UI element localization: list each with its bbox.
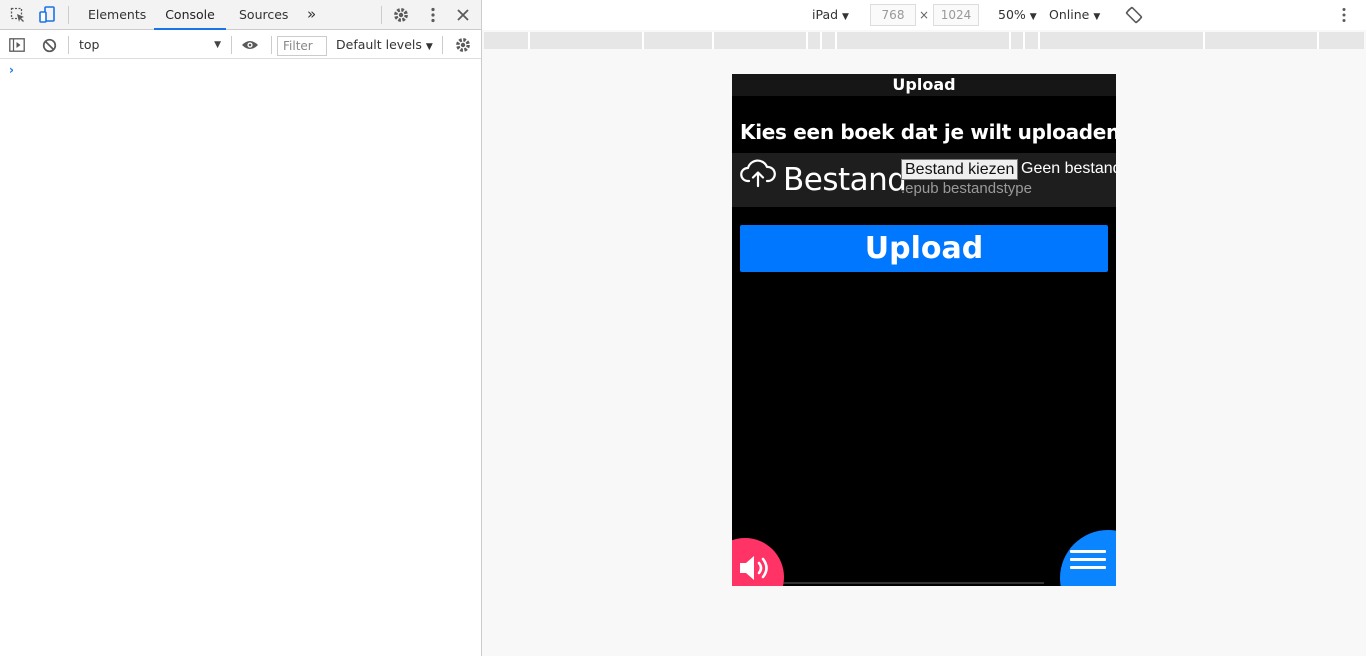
- ruler-tick: [1038, 32, 1040, 49]
- device-toolbar: iPad ▼ 768 × 1024 50% ▼ Online ▼: [482, 0, 1366, 30]
- width-input[interactable]: 768: [870, 4, 916, 26]
- context-value: top: [79, 37, 100, 52]
- height-input[interactable]: 1024: [933, 4, 979, 26]
- clear-console-icon[interactable]: [40, 36, 58, 54]
- context-select[interactable]: top ▼: [75, 35, 225, 55]
- inspect-element-icon[interactable]: [9, 6, 27, 24]
- speaker-icon: [740, 556, 768, 580]
- media-query-ruler[interactable]: [484, 32, 1364, 49]
- ruler-tick: [1317, 32, 1319, 49]
- choose-file-button[interactable]: Bestand kiezen: [901, 159, 1019, 180]
- network-throttle-select[interactable]: Online ▼: [1049, 0, 1100, 30]
- cloud-upload-icon: [740, 159, 776, 188]
- upload-button[interactable]: Upload: [740, 225, 1108, 272]
- toolbar-separator: [68, 36, 69, 54]
- device-more-options-icon[interactable]: [1342, 7, 1346, 23]
- tab-sources[interactable]: Sources: [237, 0, 290, 30]
- network-value: Online: [1049, 7, 1090, 22]
- console-settings-gear-icon[interactable]: [454, 36, 472, 54]
- toolbar-separator: [231, 36, 232, 54]
- ruler-tick: [1023, 32, 1025, 49]
- filter-placeholder: Filter: [283, 39, 313, 53]
- hamburger-menu-icon: [1070, 550, 1106, 553]
- more-tabs-button[interactable]: »: [305, 0, 318, 30]
- console-prompt[interactable]: ›: [9, 63, 14, 77]
- hamburger-menu-icon: [1070, 566, 1106, 569]
- ruler-tick: [528, 32, 530, 49]
- zoom-select[interactable]: 50% ▼: [998, 0, 1037, 30]
- no-file-chosen-text: Geen bestand gekozen: [1021, 160, 1116, 177]
- ruler-tick: [806, 32, 808, 49]
- log-levels-select[interactable]: Default levels ▼: [332, 35, 433, 55]
- ruler-tick: [835, 32, 837, 49]
- settings-gear-icon[interactable]: [392, 6, 410, 24]
- device-name: iPad: [812, 7, 839, 22]
- device-select[interactable]: iPad ▼: [812, 0, 849, 30]
- dimension-separator: ×: [919, 8, 930, 22]
- devtools-panel: Elements Console Sources » top ▼ Filter …: [0, 0, 482, 656]
- tab-elements[interactable]: Elements: [86, 0, 148, 30]
- tab-separator: [68, 6, 69, 24]
- bottom-divider: [782, 582, 1044, 584]
- hamburger-menu-icon: [1070, 558, 1106, 561]
- dropdown-arrow-icon: ▼: [1029, 12, 1037, 22]
- file-type-hint: .epub bestandstype: [901, 180, 1032, 197]
- page-heading: Kies een boek dat je wilt uploaden: [740, 120, 1116, 144]
- zoom-value: 50%: [998, 7, 1026, 22]
- ruler-tick: [642, 32, 644, 49]
- toolbar-separator: [271, 36, 272, 54]
- file-upload-row: Bestand Bestand kiezen Geen bestand geko…: [732, 153, 1116, 207]
- file-label: Bestand: [783, 162, 907, 198]
- close-icon[interactable]: [454, 6, 472, 24]
- live-expression-eye-icon[interactable]: [241, 36, 259, 54]
- log-levels-label: Default levels: [336, 37, 422, 52]
- ruler-tick: [1009, 32, 1011, 49]
- console-toolbar: top ▼ Filter Default levels ▼: [0, 30, 481, 59]
- dropdown-arrow-icon: ▼: [214, 40, 221, 50]
- more-options-icon[interactable]: [424, 6, 442, 24]
- tab-console[interactable]: Console: [154, 0, 226, 30]
- filter-input[interactable]: Filter: [277, 36, 327, 56]
- menu-button[interactable]: [1060, 530, 1116, 586]
- rotate-icon[interactable]: [1125, 6, 1143, 24]
- ruler-tick: [820, 32, 822, 49]
- devtools-tab-bar: Elements Console Sources »: [0, 0, 481, 30]
- dropdown-arrow-icon: ▼: [1093, 12, 1101, 22]
- emulated-viewport: Upload Kies een boek dat je wilt uploade…: [732, 74, 1116, 586]
- ruler-tick: [712, 32, 714, 49]
- dropdown-arrow-icon: ▼: [425, 42, 433, 52]
- sidebar-toggle-icon[interactable]: [8, 36, 26, 54]
- ruler-tick: [1203, 32, 1205, 49]
- dropdown-arrow-icon: ▼: [842, 12, 849, 22]
- text-to-speech-button[interactable]: [732, 538, 784, 586]
- device-toolbar-icon[interactable]: [38, 6, 56, 24]
- tab-separator: [381, 6, 382, 24]
- toolbar-separator: [442, 36, 443, 54]
- app-header-title: Upload: [732, 74, 1116, 96]
